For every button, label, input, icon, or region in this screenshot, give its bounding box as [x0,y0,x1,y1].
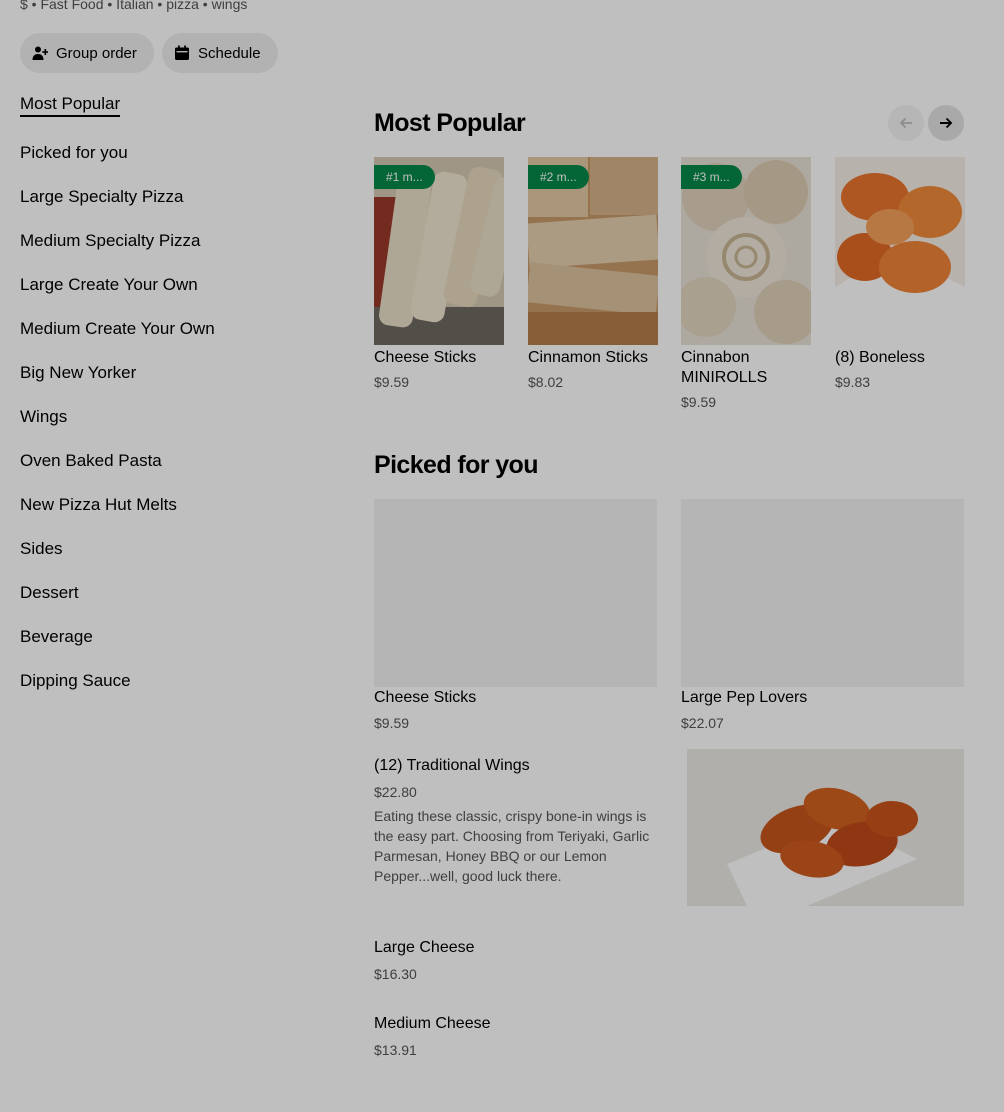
sidebar-item-most-popular[interactable]: Most Popular [20,94,121,117]
item-price: $16.30 [374,966,417,982]
sidebar-item-new-pizza-hut-melts[interactable]: New Pizza Hut Melts [20,495,177,515]
sidebar-item-wings[interactable]: Wings [20,407,67,427]
rank-badge: #3 m... [681,165,742,189]
sidebar-item-medium-specialty-pizza[interactable]: Medium Specialty Pizza [20,231,200,251]
menu-item-row[interactable]: Large Cheese $16.30 [374,939,964,989]
item-name: Medium Cheese [374,1015,491,1032]
carousel-next-button[interactable] [928,105,964,141]
calendar-icon [175,45,189,60]
item-price: $8.02 [528,374,564,390]
item-price: $9.59 [374,374,410,390]
most-popular-heading: Most Popular [374,109,526,137]
item-name: Cheese Sticks [374,689,477,706]
sidebar-item-picked-for-you[interactable]: Picked for you [20,143,128,163]
person-add-icon [32,46,48,60]
item-price: $9.59 [681,394,717,410]
rank-badge: #2 m... [528,165,589,189]
sidebar-item-sides[interactable]: Sides [20,539,63,559]
item-name: Large Pep Lovers [681,689,808,706]
sidebar-item-large-create-your-own[interactable]: Large Create Your Own [20,275,198,295]
group-order-button[interactable]: Group order [20,33,154,73]
item-name: Large Cheese [374,939,475,956]
group-order-label: Group order [56,44,137,62]
item-price: $22.80 [374,784,417,800]
sidebar-item-large-specialty-pizza[interactable]: Large Specialty Pizza [20,187,183,207]
item-description: Eating these classic, crispy bone-in win… [374,808,650,884]
carousel-prev-button[interactable] [888,105,924,141]
sidebar-item-big-new-yorker[interactable]: Big New Yorker [20,363,136,383]
menu-item-row[interactable]: Medium Cheese $13.91 [374,1015,964,1065]
item-price: $9.59 [374,715,410,731]
rank-badge: #1 m... [374,165,435,189]
schedule-label: Schedule [198,44,261,62]
store-menu-page: $ • Fast Food • Italian • pizza • wings … [0,0,1004,1112]
boneless-wings-image [835,157,965,345]
sidebar-item-dipping-sauce[interactable]: Dipping Sauce [20,671,131,691]
menu-item-row[interactable]: (12) Traditional Wings $22.80 Eating the… [374,749,964,917]
arrow-left-icon [899,117,912,129]
item-image-placeholder [374,499,657,687]
item-name: Cheese Sticks [374,349,477,366]
item-price: $13.91 [374,1042,417,1058]
item-name: (8) Boneless [835,349,925,366]
item-name: (12) Traditional Wings [374,757,530,774]
picked-for-you-heading: Picked for you [374,451,538,479]
sidebar-item-medium-create-your-own[interactable]: Medium Create Your Own [20,319,215,339]
item-image-placeholder [681,499,964,687]
arrow-right-icon [940,117,953,129]
traditional-wings-image [687,749,964,906]
sidebar-item-oven-baked-pasta[interactable]: Oven Baked Pasta [20,451,162,471]
item-name: Cinnamon Sticks [528,349,649,366]
item-price: $22.07 [681,715,724,731]
sidebar-item-beverage[interactable]: Beverage [20,627,93,647]
store-tagline: $ • Fast Food • Italian • pizza • wings [20,0,248,12]
item-price: $9.83 [835,374,871,390]
schedule-button[interactable]: Schedule [162,33,278,73]
sidebar-item-dessert[interactable]: Dessert [20,583,79,603]
item-name: Cinnabon MINIROLLS [681,349,768,386]
